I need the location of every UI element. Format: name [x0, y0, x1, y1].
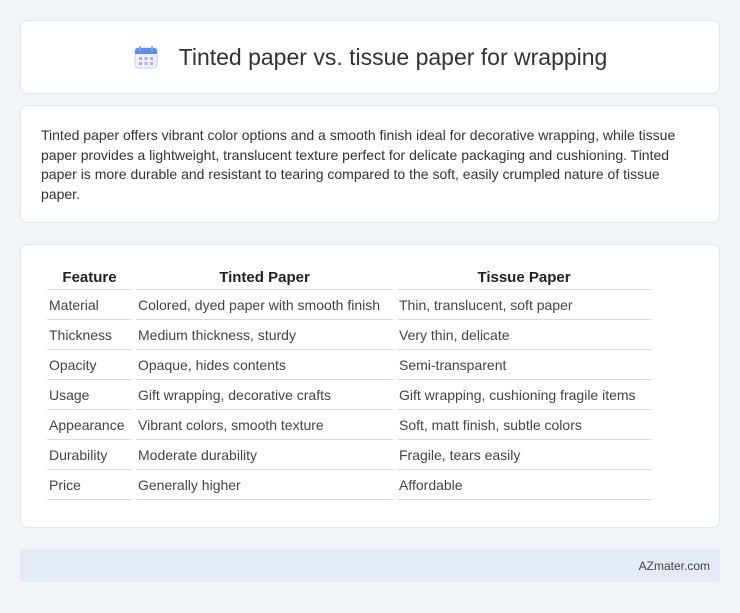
footer-brand[interactable]: AZmater.com	[639, 559, 710, 573]
row-feature: Price	[47, 470, 132, 500]
row-tinted: Generally higher	[136, 470, 393, 500]
summary-card: Tinted paper offers vibrant color option…	[20, 105, 720, 223]
header-card: Tinted paper vs. tissue paper for wrappi…	[20, 20, 720, 94]
row-tinted: Vibrant colors, smooth texture	[136, 410, 393, 440]
footer-bar: AZmater.com	[20, 549, 720, 582]
row-tissue: Semi-transparent	[397, 350, 651, 380]
page-title: Tinted paper vs. tissue paper for wrappi…	[178, 43, 608, 70]
header-inner: Tinted paper vs. tissue paper for wrappi…	[133, 43, 608, 71]
table-row: Opacity Opaque, hides contents Semi-tran…	[47, 350, 651, 380]
comparison-table: Feature Tinted Paper Tissue Paper Materi…	[43, 267, 655, 500]
row-feature: Opacity	[47, 350, 132, 380]
comparison-card: Feature Tinted Paper Tissue Paper Materi…	[20, 244, 720, 528]
row-feature: Material	[47, 290, 132, 320]
row-tinted: Opaque, hides contents	[136, 350, 393, 380]
table-row: Material Colored, dyed paper with smooth…	[47, 290, 651, 320]
row-feature: Usage	[47, 380, 132, 410]
row-tinted: Gift wrapping, decorative crafts	[136, 380, 393, 410]
row-feature: Appearance	[47, 410, 132, 440]
summary-text: Tinted paper offers vibrant color option…	[41, 127, 676, 202]
row-tissue: Soft, matt finish, subtle colors	[397, 410, 651, 440]
row-feature: Durability	[47, 440, 132, 470]
table-row: Appearance Vibrant colors, smooth textur…	[47, 410, 651, 440]
row-tinted: Medium thickness, sturdy	[136, 320, 393, 350]
calendar-icon	[134, 46, 158, 69]
table-row: Usage Gift wrapping, decorative crafts G…	[47, 380, 651, 410]
header-feature: Feature	[47, 267, 132, 290]
table-header-row: Feature Tinted Paper Tissue Paper	[47, 267, 651, 290]
row-tissue: Gift wrapping, cushioning fragile items	[397, 380, 651, 410]
row-tissue: Fragile, tears easily	[397, 440, 651, 470]
table-row: Durability Moderate durability Fragile, …	[47, 440, 651, 470]
row-tissue: Affordable	[397, 470, 651, 500]
row-tissue: Thin, translucent, soft paper	[397, 290, 651, 320]
table-row: Price Generally higher Affordable	[47, 470, 651, 500]
row-feature: Thickness	[47, 320, 132, 350]
header-tissue-paper: Tissue Paper	[397, 267, 651, 290]
row-tinted: Colored, dyed paper with smooth finish	[136, 290, 393, 320]
row-tissue: Very thin, delicate	[397, 320, 651, 350]
row-tinted: Moderate durability	[136, 440, 393, 470]
table-row: Thickness Medium thickness, sturdy Very …	[47, 320, 651, 350]
header-tinted-paper: Tinted Paper	[136, 267, 393, 290]
